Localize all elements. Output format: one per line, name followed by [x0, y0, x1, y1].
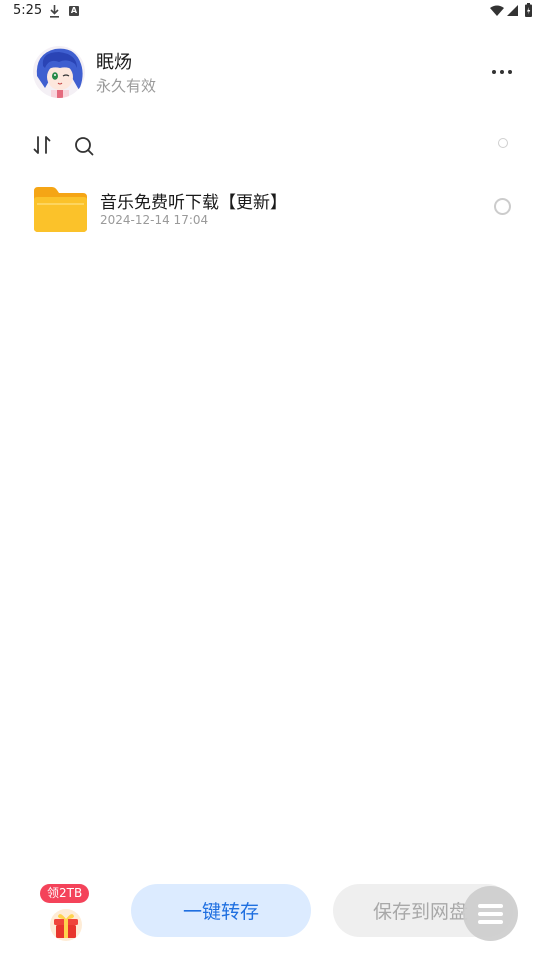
- file-name: 音乐免费听下载【更新】: [100, 193, 287, 213]
- gift-badge[interactable]: 领2TB: [40, 884, 90, 903]
- user-status: 永久有效: [96, 77, 157, 95]
- file-date: 2024-12-14 17:04: [100, 213, 209, 227]
- file-select-radio[interactable]: [494, 198, 511, 215]
- more-dot-icon: [500, 70, 504, 74]
- signal-icon: [507, 5, 518, 16]
- wifi-icon: [490, 5, 504, 16]
- user-name: 眠炀: [96, 52, 132, 73]
- status-time: 5:25: [13, 3, 43, 18]
- more-dot-icon: [508, 70, 512, 74]
- a-icon: A: [69, 6, 79, 16]
- status-bar: 5:25 A: [0, 0, 545, 24]
- search-icon[interactable]: [74, 136, 94, 156]
- gift-icon[interactable]: [48, 905, 84, 941]
- more-dot-icon: [492, 70, 496, 74]
- menu-line-icon: [478, 911, 503, 916]
- select-all-radio[interactable]: [498, 138, 508, 148]
- menu-line-icon: [478, 903, 503, 908]
- folder-icon: [34, 187, 87, 232]
- sort-icon[interactable]: [33, 135, 51, 155]
- menu-fab-button[interactable]: [463, 886, 518, 941]
- list-item[interactable]: 音乐免费听下载【更新】 2024-12-14 17:04: [0, 180, 545, 236]
- one-click-transfer-button[interactable]: 一键转存: [131, 884, 311, 937]
- menu-line-icon: [478, 919, 503, 924]
- anime-avatar-icon: [33, 46, 85, 98]
- more-options-button[interactable]: [488, 62, 516, 82]
- battery-icon: [525, 3, 532, 17]
- avatar[interactable]: [33, 46, 85, 98]
- download-icon: [50, 5, 59, 18]
